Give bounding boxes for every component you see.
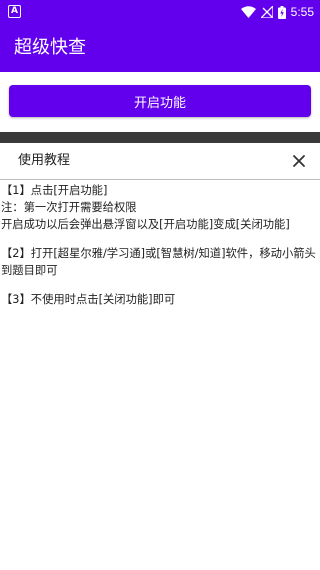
dialog-scrim-strip: [0, 132, 320, 143]
status-bar: A 5:55: [0, 0, 320, 24]
step-2-text: 【2】打开[超星尔雅/学习通]或[智慧树/知道]软件，移动小箭头到题目即可: [1, 247, 316, 277]
step-1-detail: 开启成功以后会弹出悬浮窗以及[开启功能]变成[关闭功能]: [1, 218, 290, 231]
app-title: 超级快查: [14, 37, 86, 58]
tutorial-content: 【1】点击[开启功能] 注：第一次打开需要给权限 开启成功以后会弹出悬浮窗以及[…: [0, 182, 320, 308]
close-button[interactable]: [290, 152, 308, 170]
close-icon: [293, 155, 305, 167]
step-1-title: 【1】点击[开启功能]: [1, 184, 108, 197]
dialog-title: 使用教程: [18, 153, 71, 168]
start-function-button[interactable]: 开启功能: [9, 85, 311, 117]
dialog-divider: [0, 179, 320, 180]
app-bar: 超级快查: [0, 24, 320, 72]
wifi-icon: [240, 6, 256, 18]
dialog-header: 使用教程: [0, 143, 320, 179]
signal-icon: [260, 6, 273, 18]
app-notification-icon: A: [8, 5, 21, 18]
battery-charging-icon: [277, 5, 286, 19]
step-1-note: 注：第一次打开需要给权限: [1, 201, 137, 214]
tutorial-dialog: 使用教程 【1】点击[开启功能] 注：第一次打开需要给权限 开启成功以后会弹出悬…: [0, 143, 320, 570]
status-icons: 5:55: [240, 3, 314, 21]
status-time: 5:55: [290, 5, 314, 19]
step-3-text: 【3】不使用时点击[关闭功能]即可: [1, 293, 176, 306]
